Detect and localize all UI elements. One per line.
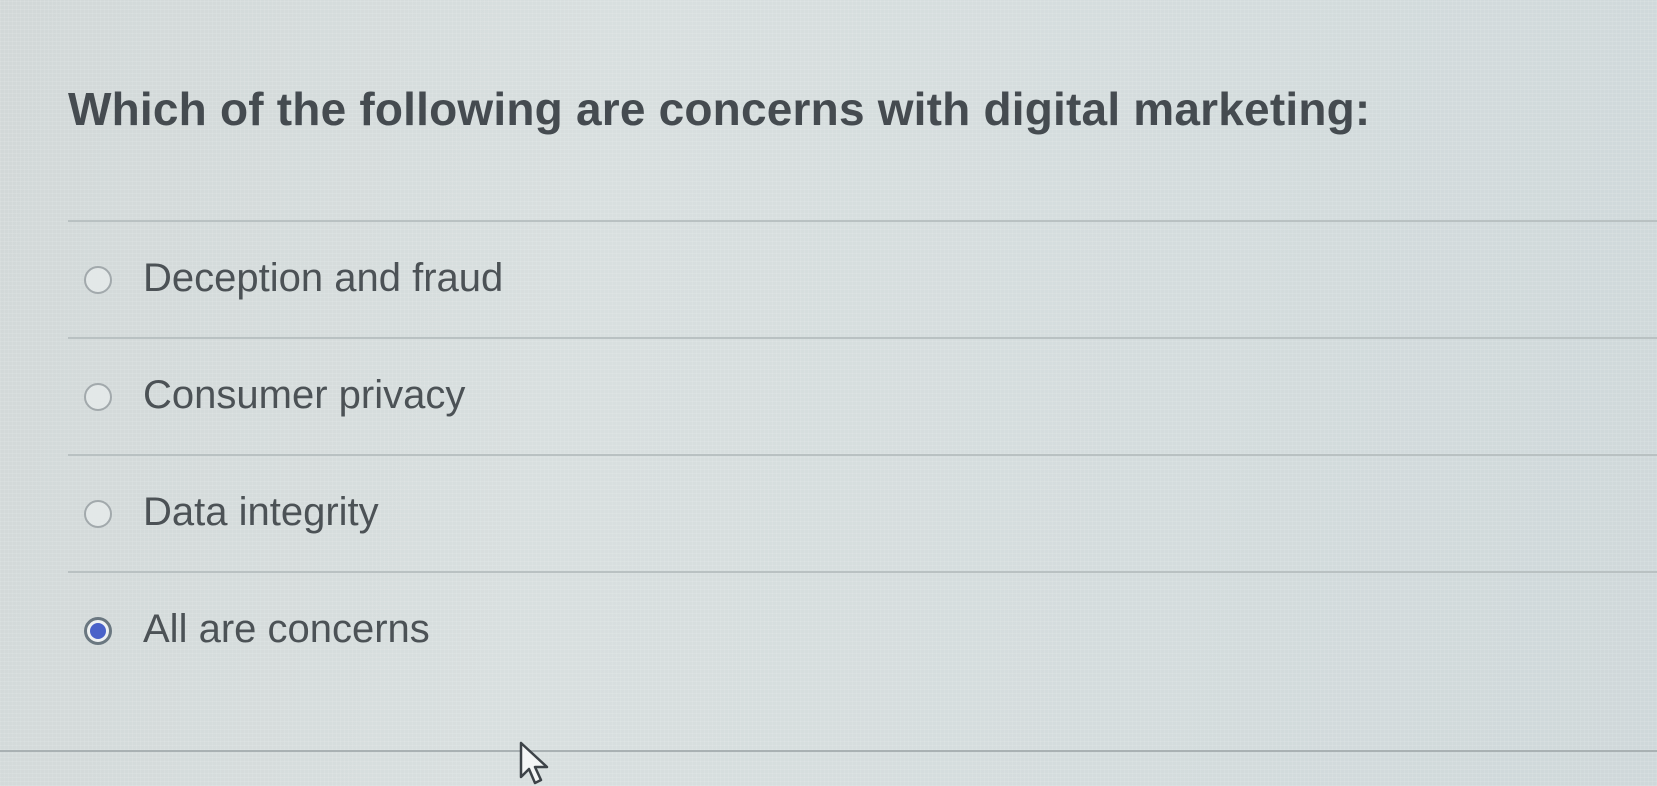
option-label: Deception and fraud [143,256,504,300]
option-consumer-privacy[interactable]: Consumer privacy [68,337,1657,454]
radio-button[interactable] [84,266,112,294]
option-label: All are concerns [143,607,430,651]
screen-background: Which of the following are concerns with… [0,0,1657,786]
option-label: Consumer privacy [143,373,466,417]
mouse-pointer-icon [519,741,549,785]
answer-options: Deception and fraud Consumer privacy Dat… [68,220,1657,688]
radio-button-selected[interactable] [84,617,112,645]
option-deception-and-fraud[interactable]: Deception and fraud [68,220,1657,337]
question-text: Which of the following are concerns with… [68,83,1371,135]
option-label: Data integrity [143,490,379,534]
radio-button[interactable] [84,383,112,411]
option-data-integrity[interactable]: Data integrity [68,454,1657,571]
option-all-are-concerns[interactable]: All are concerns [68,571,1657,688]
radio-button[interactable] [84,500,112,528]
quiz-question-card: Which of the following are concerns with… [0,0,1657,752]
